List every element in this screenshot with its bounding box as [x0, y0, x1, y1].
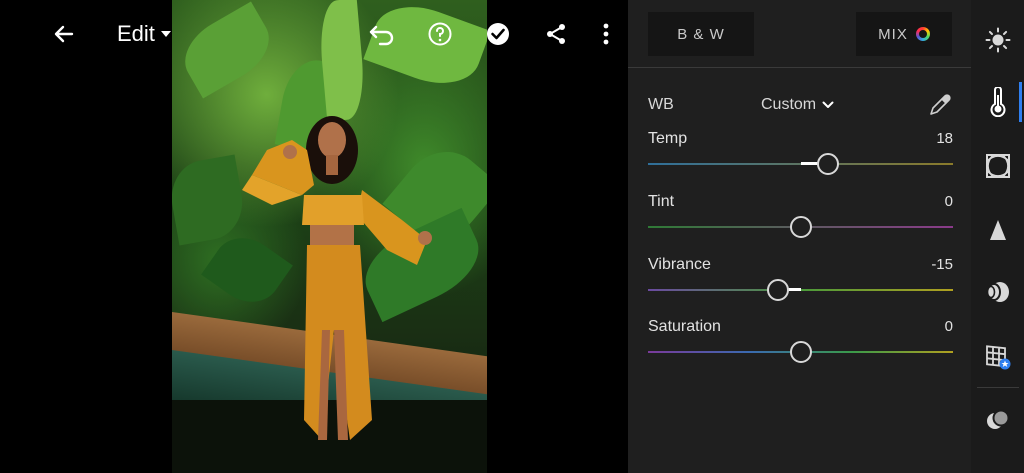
- chevron-down-icon: [160, 31, 171, 37]
- top-toolbar: Edit: [0, 0, 628, 68]
- slider-label: Vibrance: [648, 256, 711, 273]
- effects-icon[interactable]: [980, 148, 1016, 184]
- edit-mode-label: Edit: [117, 21, 155, 46]
- panel-header: B & W MIX: [628, 0, 971, 68]
- presets-icon[interactable]: [980, 402, 1016, 438]
- slider-tint: Tint 0: [648, 193, 953, 243]
- slider-track[interactable]: [648, 289, 953, 291]
- back-arrow-icon[interactable]: [44, 14, 84, 54]
- rail-divider: [977, 387, 1019, 388]
- share-icon[interactable]: [536, 14, 576, 54]
- slider-thumb[interactable]: [789, 216, 812, 238]
- edit-mode-dropdown[interactable]: Edit: [117, 20, 171, 48]
- slider-temp: Temp 18: [648, 130, 953, 180]
- help-icon[interactable]: [420, 14, 460, 54]
- slider-value[interactable]: -15: [931, 256, 953, 273]
- active-tool-indicator: [1019, 82, 1022, 122]
- edited-photo[interactable]: [172, 0, 487, 473]
- wb-preset-value: Custom: [761, 96, 817, 113]
- slider-thumb[interactable]: [816, 153, 839, 175]
- slider-thumb[interactable]: [789, 341, 812, 363]
- wb-label: WB: [648, 96, 674, 113]
- undo-icon[interactable]: [362, 14, 402, 54]
- slider-label: Saturation: [648, 318, 721, 335]
- woman-figure: [242, 116, 432, 440]
- slider-value[interactable]: 18: [936, 130, 953, 147]
- color-temperature-icon[interactable]: [980, 84, 1016, 120]
- more-vertical-icon[interactable]: [586, 14, 626, 54]
- photo-canvas[interactable]: Edit: [0, 0, 628, 473]
- detail-icon[interactable]: [980, 212, 1016, 248]
- color-panel: B & W MIX WB Custom Temp 18 Tint 0 Vibrance -…: [628, 0, 971, 473]
- bw-button-label: B & W: [677, 25, 725, 43]
- slider-value[interactable]: 0: [945, 193, 953, 210]
- slider-thumb[interactable]: [766, 279, 789, 301]
- white-balance-row: WB Custom: [648, 92, 953, 118]
- mix-button[interactable]: MIX: [856, 12, 952, 56]
- slider-label: Temp: [648, 130, 688, 147]
- slider-label: Tint: [648, 193, 675, 210]
- tool-rail: [971, 0, 1024, 473]
- light-icon[interactable]: [980, 22, 1016, 58]
- wb-preset-dropdown[interactable]: Custom: [761, 96, 834, 114]
- chevron-down-icon: [822, 101, 834, 108]
- slider-saturation: Saturation 0: [648, 318, 953, 368]
- bw-button[interactable]: B & W: [648, 12, 754, 56]
- mix-button-label: MIX: [878, 25, 908, 43]
- done-check-icon[interactable]: [478, 14, 518, 54]
- slider-vibrance: Vibrance -15: [648, 256, 953, 306]
- slider-value[interactable]: 0: [945, 318, 953, 335]
- eyedropper-icon[interactable]: [927, 92, 953, 118]
- geometry-icon[interactable]: [980, 338, 1016, 374]
- optics-icon[interactable]: [980, 274, 1016, 310]
- color-wheel-icon: [915, 27, 930, 41]
